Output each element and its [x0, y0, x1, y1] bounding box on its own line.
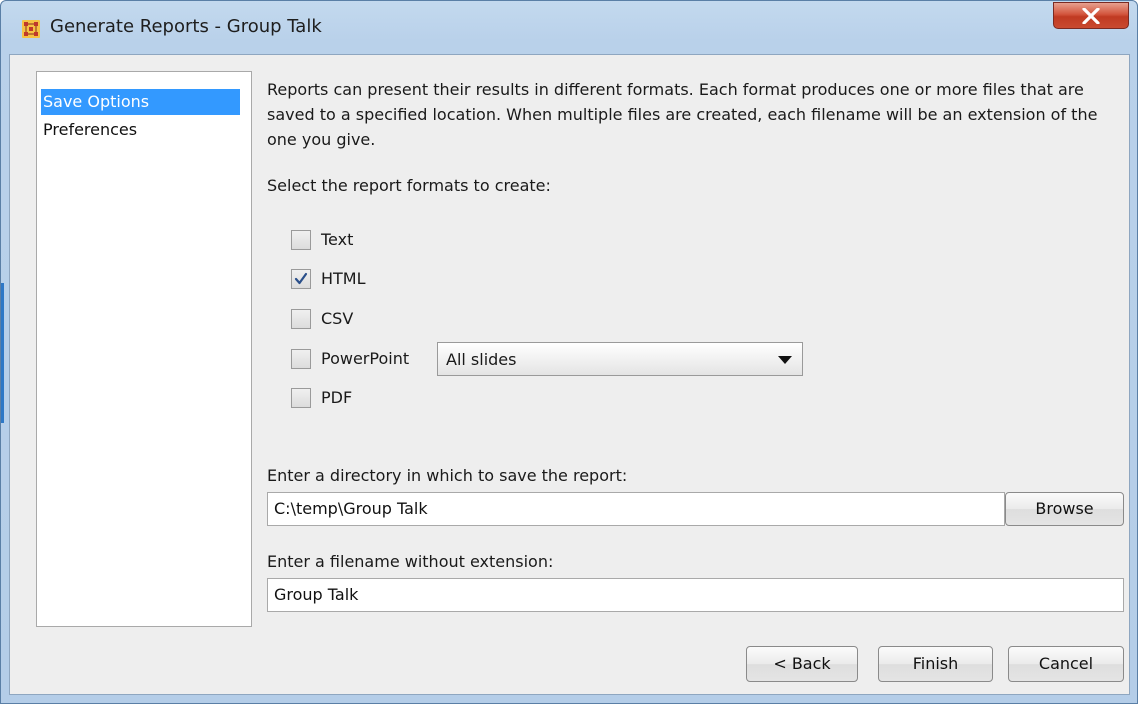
text-format-label[interactable]: Text: [321, 230, 353, 249]
pdf-format-checkbox[interactable]: [291, 388, 311, 408]
nav-item-save-options[interactable]: Save Options: [41, 89, 240, 115]
csv-format-label[interactable]: CSV: [321, 309, 353, 328]
dropdown-arrow-icon: [778, 356, 792, 364]
dialog-content: Save Options Preferences Reports can pre…: [9, 54, 1130, 695]
csv-format-checkbox[interactable]: [291, 309, 311, 329]
close-button[interactable]: [1053, 2, 1129, 29]
finish-button[interactable]: Finish: [878, 646, 993, 682]
title-bar[interactable]: Generate Reports - Group Talk: [1, 1, 1137, 53]
powerpoint-format-label[interactable]: PowerPoint: [321, 349, 409, 368]
options-nav-list[interactable]: Save Options Preferences: [36, 71, 252, 627]
html-format-label[interactable]: HTML: [321, 269, 366, 288]
directory-label: Enter a directory in which to save the r…: [267, 466, 628, 485]
powerpoint-slides-dropdown[interactable]: All slides: [437, 342, 803, 376]
back-button[interactable]: < Back: [746, 646, 858, 682]
cancel-button[interactable]: Cancel: [1008, 646, 1124, 682]
close-icon: [1082, 8, 1100, 24]
filename-input[interactable]: Group Talk: [267, 578, 1124, 612]
window-edge-accent: [1, 283, 4, 423]
powerpoint-format-checkbox[interactable]: [291, 349, 311, 369]
checkmark-icon: [294, 272, 308, 285]
pdf-format-label[interactable]: PDF: [321, 388, 352, 407]
html-format-checkbox[interactable]: [291, 269, 311, 289]
formats-heading: Select the report formats to create:: [267, 176, 551, 195]
directory-input[interactable]: C:\temp\Group Talk: [267, 492, 1005, 526]
app-grid-icon: [22, 20, 40, 38]
browse-button[interactable]: Browse: [1005, 492, 1124, 526]
text-format-checkbox[interactable]: [291, 230, 311, 250]
filename-label: Enter a filename without extension:: [267, 552, 554, 571]
nav-item-preferences[interactable]: Preferences: [41, 117, 143, 143]
intro-description: Reports can present their results in dif…: [267, 80, 1098, 149]
window-title: Generate Reports - Group Talk: [50, 16, 322, 37]
dialog-window: Generate Reports - Group Talk Save Optio…: [0, 0, 1138, 704]
powerpoint-slides-value: All slides: [446, 350, 517, 369]
